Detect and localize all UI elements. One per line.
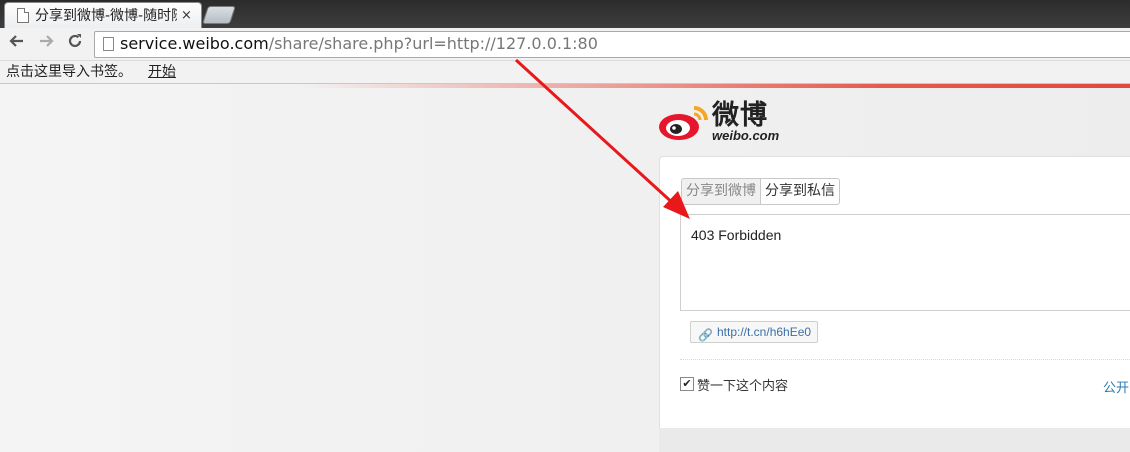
divider	[680, 359, 1130, 360]
panel-footer	[659, 428, 1130, 452]
new-tab-button[interactable]	[202, 6, 236, 24]
logo-domain: weibo.com	[712, 128, 780, 143]
weibo-eye-icon	[659, 106, 708, 140]
tab-share-to-weibo[interactable]: 分享到微博	[682, 179, 761, 204]
tab-share-to-private-message[interactable]: 分享到私信	[761, 179, 839, 204]
share-tabs: 分享到微博 分享到私信	[681, 178, 840, 205]
reload-icon[interactable]	[64, 32, 86, 54]
forward-icon[interactable]	[35, 32, 57, 54]
short-link-text: http://t.cn/h6hEe0	[717, 325, 812, 339]
tab-title: 分享到微博-微博-随时随地分享身边的新鲜事儿	[35, 8, 177, 24]
share-panel: 分享到微博 分享到私信 403 Forbidden 🔗 http://t.cn/…	[659, 156, 1130, 430]
tab-close-icon[interactable]: ×	[181, 6, 192, 26]
browser-tab[interactable]: 分享到微博-微博-随时随地分享身边的新鲜事儿 ×	[4, 2, 202, 29]
address-bar[interactable]: service.weibo.com/share/share.php?url=ht…	[94, 31, 1130, 58]
page-icon	[103, 37, 114, 51]
header-accent-line	[300, 84, 1130, 88]
link-icon: 🔗	[698, 328, 713, 342]
page-icon	[17, 8, 29, 23]
tab-strip: 分享到微博-微博-随时随地分享身边的新鲜事儿 ×	[0, 0, 1130, 29]
share-textarea[interactable]: 403 Forbidden	[680, 214, 1130, 311]
back-icon[interactable]	[6, 32, 28, 54]
like-checkbox[interactable]: ✔	[680, 377, 694, 391]
bookmarks-message: 点击这里导入书签。	[6, 64, 132, 80]
bookmarks-bar: 点击这里导入书签。 开始	[0, 61, 1130, 84]
short-link-chip[interactable]: 🔗 http://t.cn/h6hEe0	[690, 321, 819, 343]
weibo-logo[interactable]: 微博 weibo.com	[658, 100, 788, 145]
visibility-selector[interactable]: 公开	[1103, 377, 1129, 396]
share-text: 403 Forbidden	[691, 227, 782, 243]
url-text: service.weibo.com/share/share.php?url=ht…	[120, 34, 598, 53]
bookmarks-start-link[interactable]: 开始	[148, 61, 176, 83]
browser-toolbar: service.weibo.com/share/share.php?url=ht…	[0, 28, 1130, 61]
like-checkbox-label: 赞一下这个内容	[697, 379, 789, 394]
